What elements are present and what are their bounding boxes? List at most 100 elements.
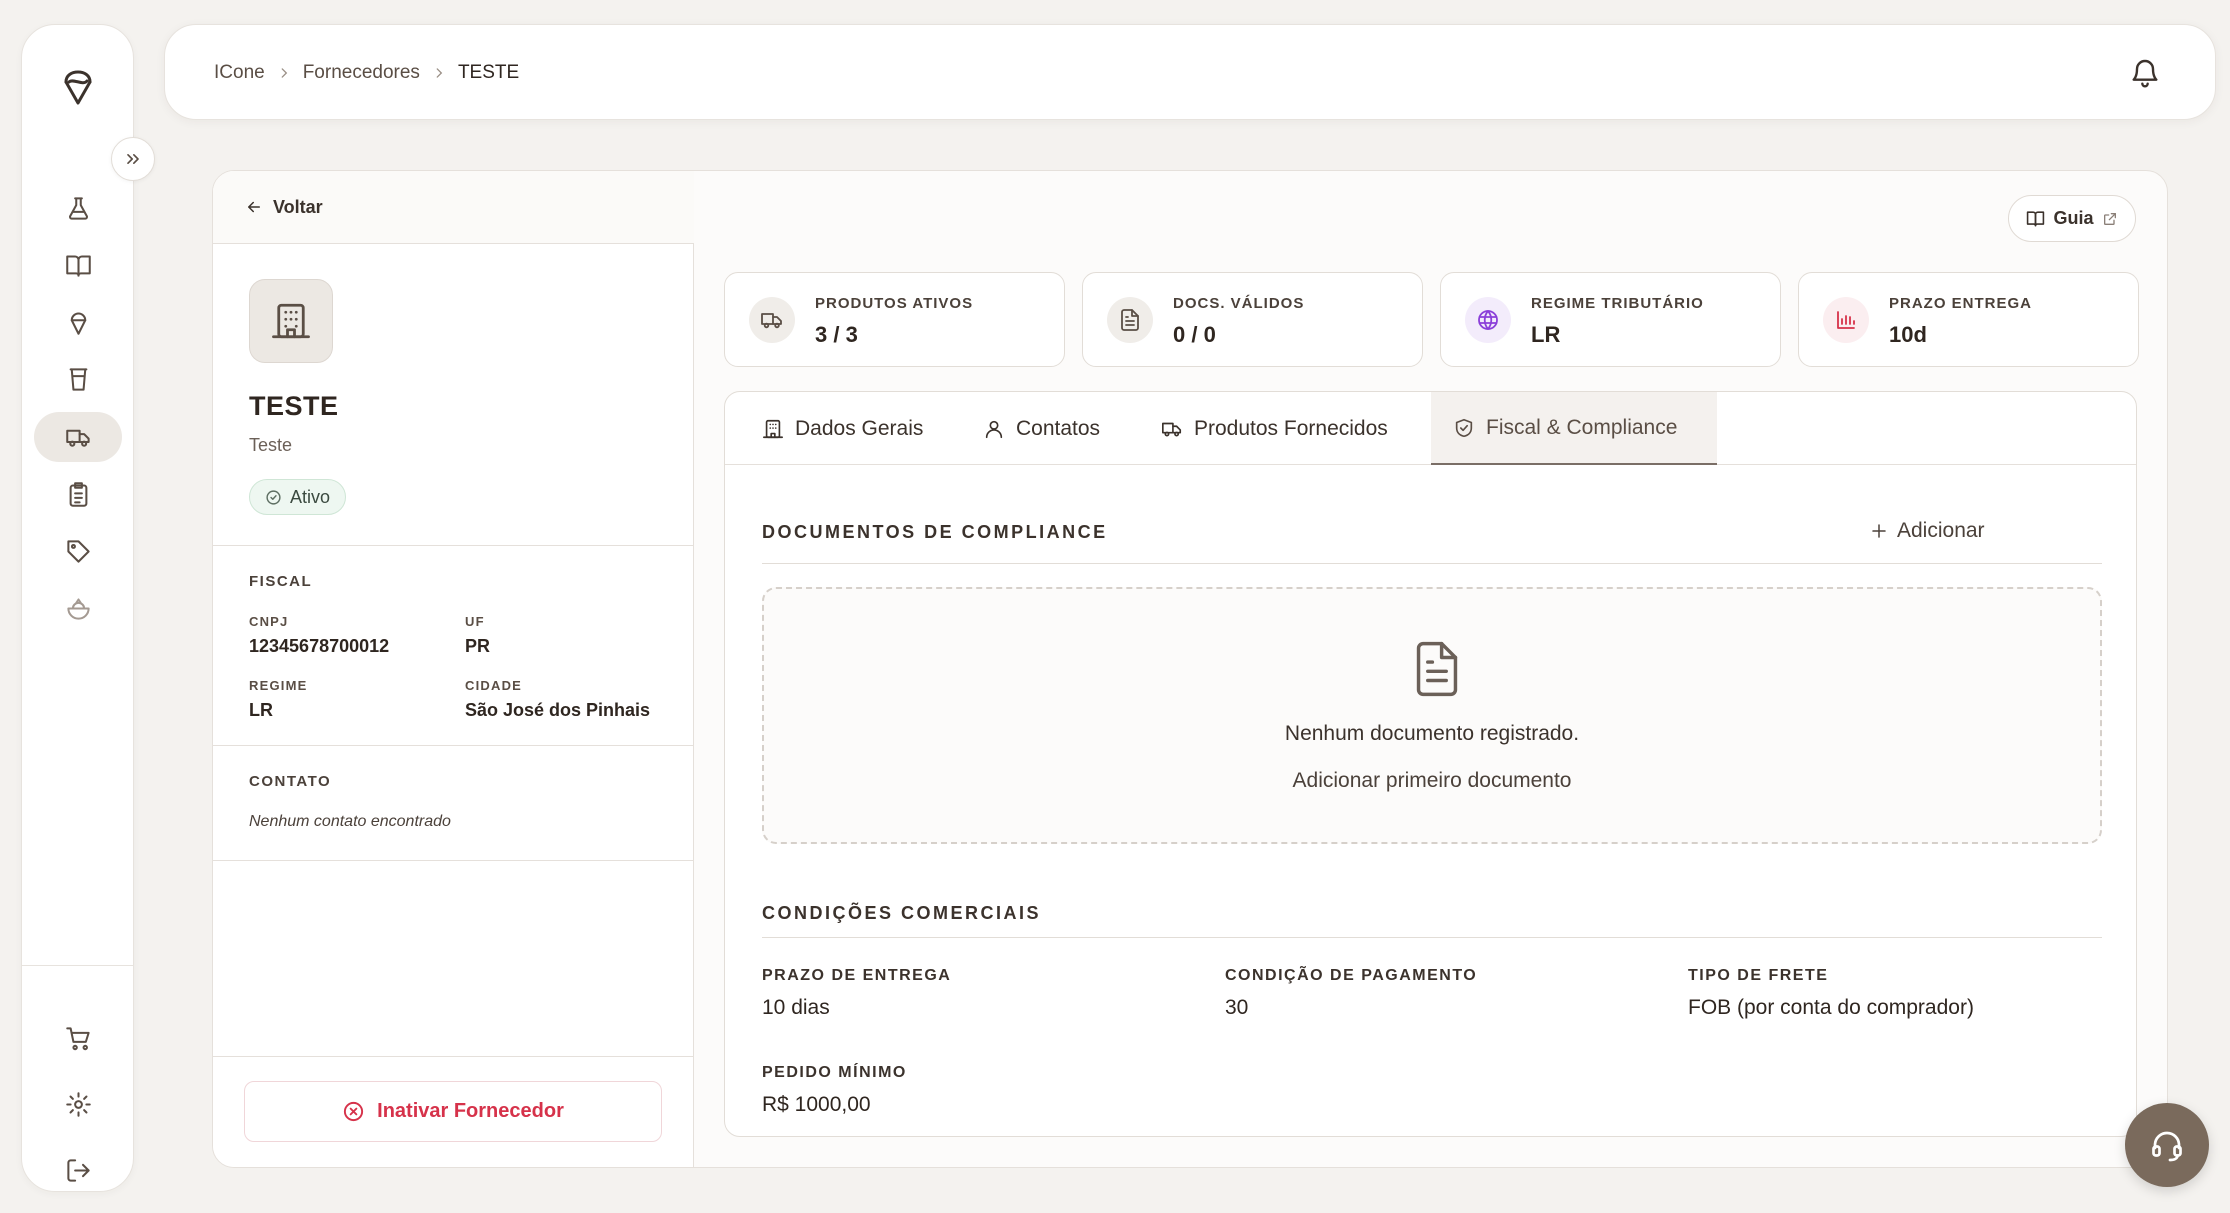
sidebar: [21, 24, 134, 1192]
cup-icon: [69, 367, 87, 391]
sidebar-divider: [22, 965, 133, 966]
uf-label: UF: [465, 614, 485, 629]
file-text-icon: [1416, 641, 1458, 697]
inactivate-supplier-button[interactable]: Inativar Fornecedor: [244, 1081, 662, 1142]
min-order-label: PEDIDO MÍNIMO: [762, 1064, 907, 1081]
stat-active-products: PRODUTOS ATIVOS 3 / 3: [724, 272, 1065, 367]
payment-condition-value: 30: [1225, 996, 1249, 1019]
divider: [762, 937, 2102, 938]
truck-icon: [749, 297, 795, 343]
contact-section-title: CONTATO: [249, 773, 332, 790]
sidebar-item-ice-cream[interactable]: [34, 297, 122, 347]
supplier-summary-panel: Voltar TESTE Teste Ativo FISCAL CNPJ 123…: [213, 171, 694, 1167]
stat-label: PRAZO ENTREGA: [1889, 295, 2033, 312]
globe-icon: [1465, 297, 1511, 343]
regime-value: LR: [249, 700, 273, 720]
tab-products[interactable]: Produtos Fornecidos: [1161, 392, 1388, 465]
chevron-right-icon: [277, 66, 291, 80]
sidebar-item-bowl[interactable]: [34, 583, 122, 633]
gear-icon: [65, 1091, 91, 1117]
supplier-avatar: [249, 279, 333, 363]
notifications-button[interactable]: [2129, 57, 2161, 89]
stat-value: 3 / 3: [815, 322, 858, 347]
truck-icon: [65, 429, 90, 447]
clipboard-icon: [69, 481, 87, 507]
stat-valid-docs: DOCS. VÁLIDOS 0 / 0: [1082, 272, 1423, 367]
sidebar-item-cart[interactable]: [34, 1013, 122, 1063]
logout-icon: [66, 1158, 90, 1182]
tab-general-data[interactable]: Dados Gerais: [762, 392, 923, 465]
tab-contacts[interactable]: Contatos: [983, 392, 1100, 465]
book-open-icon: [2027, 211, 2045, 227]
tab-label: Produtos Fornecidos: [1194, 416, 1388, 440]
ice-cream-icon: [70, 311, 86, 335]
chevrons-right-icon: [127, 154, 139, 164]
cidade-value: São José dos Pinhais: [465, 700, 651, 720]
top-header: ICone Fornecedores TESTE: [164, 24, 2216, 120]
tab-label: Dados Gerais: [795, 416, 924, 440]
plus-icon: [1872, 524, 1886, 538]
guide-button[interactable]: Guia: [2008, 195, 2136, 242]
inactivate-label: Inativar Fornecedor: [377, 1100, 564, 1122]
bowl-icon: [66, 597, 90, 620]
user-icon: [985, 420, 1003, 438]
add-first-document-link[interactable]: Adicionar primeiro documento: [764, 769, 2100, 793]
tab-label: Fiscal & Compliance: [1486, 415, 1678, 439]
status-label: Ativo: [290, 486, 331, 507]
sidebar-item-tag[interactable]: [34, 526, 122, 576]
contact-empty-text: Nenhum contato encontrado: [249, 813, 451, 830]
arrow-left-icon: [248, 201, 260, 213]
sidebar-item-book[interactable]: [34, 240, 122, 290]
support-button[interactable]: [2125, 1103, 2209, 1187]
freight-type-label: TIPO DE FRETE: [1688, 967, 1829, 984]
shield-check-icon: [1455, 418, 1473, 437]
headset-icon: [2152, 1131, 2182, 1162]
payment-condition-label: CONDIÇÃO DE PAGAMENTO: [1225, 967, 1478, 984]
supplier-subtitle: Teste: [249, 435, 293, 455]
add-document-button[interactable]: Adicionar: [1870, 513, 1985, 549]
stat-tax-regime: REGIME TRIBUTÁRIO LR: [1440, 272, 1781, 367]
sidebar-item-settings[interactable]: [34, 1079, 122, 1129]
sidebar-item-suppliers[interactable]: [34, 412, 122, 462]
divider: [213, 860, 694, 861]
divider: [213, 745, 694, 746]
breadcrumb: ICone Fornecedores TESTE: [214, 25, 519, 121]
status-badge: Ativo: [249, 479, 347, 515]
freight-type-value: FOB (por conta do comprador): [1688, 996, 1974, 1019]
breadcrumb-item-home[interactable]: ICone: [214, 62, 265, 84]
delivery-time-label: PRAZO DE ENTREGA: [762, 967, 952, 984]
x-circle-icon: [344, 1101, 364, 1122]
sidebar-item-cup[interactable]: [34, 354, 122, 404]
back-button[interactable]: Voltar: [213, 171, 694, 244]
stat-label: DOCS. VÁLIDOS: [1173, 295, 1305, 312]
uf-value: PR: [465, 636, 491, 656]
divider: [213, 1056, 694, 1057]
sidebar-item-clipboard[interactable]: [34, 469, 122, 519]
stat-value: 0 / 0: [1173, 322, 1216, 347]
sidebar-item-flask[interactable]: [34, 183, 122, 233]
truck-icon: [1162, 422, 1182, 437]
cnpj-label: CNPJ: [249, 614, 289, 629]
chevron-right-icon: [432, 66, 446, 80]
tab-fiscal-compliance[interactable]: Fiscal & Compliance: [1431, 392, 1717, 465]
documents-empty-state: Nenhum documento registrado. Adicionar p…: [762, 587, 2102, 844]
external-link-icon: [2103, 212, 2116, 225]
stat-label: PRODUTOS ATIVOS: [815, 295, 974, 312]
delivery-time-value: 10 dias: [762, 996, 830, 1019]
breadcrumb-item-current: TESTE: [457, 62, 520, 83]
divider: [213, 545, 694, 546]
fiscal-section-title: FISCAL: [249, 573, 313, 590]
ice-cream-logo-icon[interactable]: [58, 67, 98, 107]
document-icon: [1107, 297, 1153, 343]
commercial-section-title: CONDIÇÕES COMERCIAIS: [762, 903, 1042, 923]
guide-label: Guia: [2053, 208, 2094, 228]
supplier-name: TESTE: [249, 391, 339, 421]
stat-delivery-time: PRAZO ENTREGA 10d: [1798, 272, 2139, 367]
regime-label: REGIME: [249, 678, 308, 693]
bell-icon: [2132, 59, 2158, 88]
sidebar-item-logout[interactable]: [34, 1145, 122, 1195]
cidade-label: CIDADE: [465, 678, 523, 693]
breadcrumb-item-suppliers[interactable]: Fornecedores: [303, 62, 420, 84]
cart-icon: [65, 1026, 90, 1050]
sidebar-expand-button[interactable]: [111, 137, 155, 181]
